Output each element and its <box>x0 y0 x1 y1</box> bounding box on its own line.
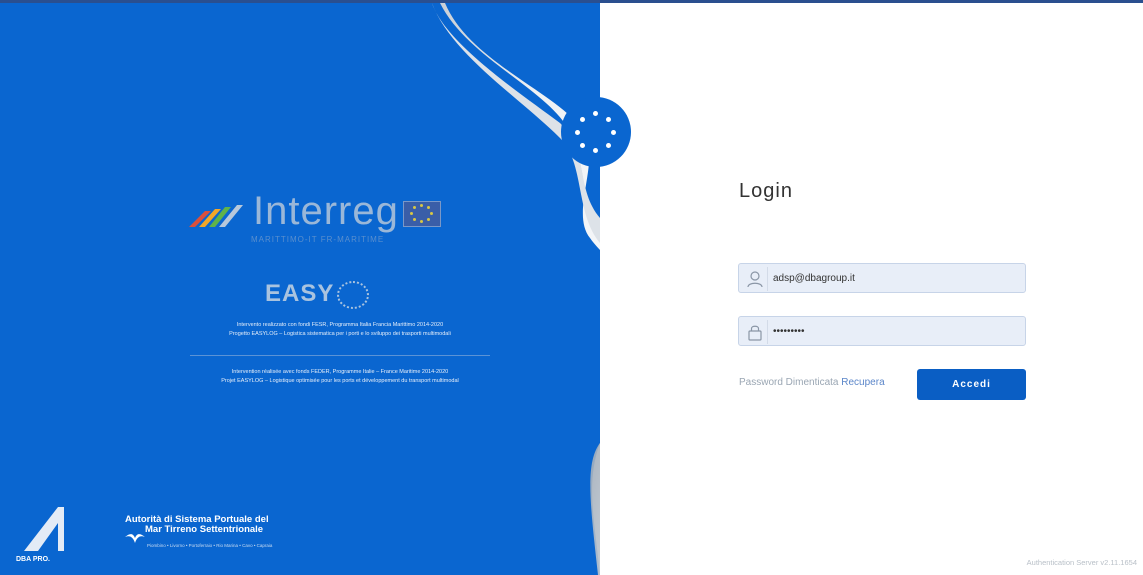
interreg-subtitle: MARITTIMO-IT FR-MARITIME <box>251 235 385 244</box>
password-field-separator <box>767 320 768 344</box>
easy-wordmark: EASY <box>265 280 335 307</box>
interreg-stripes-icon <box>189 205 243 227</box>
seagull-icon <box>125 534 145 543</box>
port-authority-name: Autorità di Sistema Portuale del Mar Tir… <box>125 515 269 535</box>
dba-pro-label: DBA PRO. <box>16 556 50 563</box>
description-fr-line-2: Projet EASYLOG – Logistique optimisée po… <box>221 378 459 384</box>
description-italian: Intervento realizzato con fondi FESR, Pr… <box>150 321 530 339</box>
recover-password-link[interactable]: Recupera <box>841 377 884 388</box>
user-icon <box>747 271 763 288</box>
easy-logo: EASY <box>262 278 382 312</box>
description-it-line-2: Progetto EASYLOG – Logistica sistematica… <box>229 331 451 337</box>
password-field[interactable] <box>738 316 1026 346</box>
description-french: Intervention réalisée avec fonds FEDER, … <box>150 368 530 386</box>
port-authority-logo: Autorità di Sistema Portuale del Mar Tir… <box>125 515 325 555</box>
branding-panel: Interreg MARITTIMO-IT FR-MARITIME EASY I… <box>0 3 600 575</box>
lock-icon <box>748 325 762 341</box>
username-field[interactable] <box>738 263 1026 293</box>
description-divider <box>190 355 490 356</box>
app-logo-icon <box>561 97 631 167</box>
interreg-wordmark: Interreg <box>253 189 399 233</box>
port-authority-subtitle: Piombino • Livorno • Portoferraio • Rio … <box>147 543 273 548</box>
login-title: Login <box>739 180 793 202</box>
password-input[interactable] <box>773 317 1021 345</box>
forgot-password-prefix: Password Dimenticata <box>739 377 839 388</box>
port-authority-line-2: Mar Tirreno Settentrionale <box>145 524 264 535</box>
description-it-line-1: Intervento realizzato con fondi FESR, Pr… <box>236 322 444 328</box>
eu-flag-icon <box>403 201 441 227</box>
easy-mark-icon <box>337 281 369 309</box>
version-label: Authentication Server v2.11.1654 <box>1026 558 1137 567</box>
forgot-password-text: Password Dimenticata Recupera <box>739 377 885 388</box>
username-field-separator <box>767 267 768 291</box>
dba-pro-logo: DBA PRO. <box>16 507 64 563</box>
interreg-logo: Interreg MARITTIMO-IT FR-MARITIME <box>185 189 445 255</box>
login-submit-button[interactable]: Accedi <box>917 369 1026 400</box>
description-fr-line-1: Intervention réalisée avec fonds FEDER, … <box>231 369 449 375</box>
username-input[interactable] <box>773 264 1021 292</box>
